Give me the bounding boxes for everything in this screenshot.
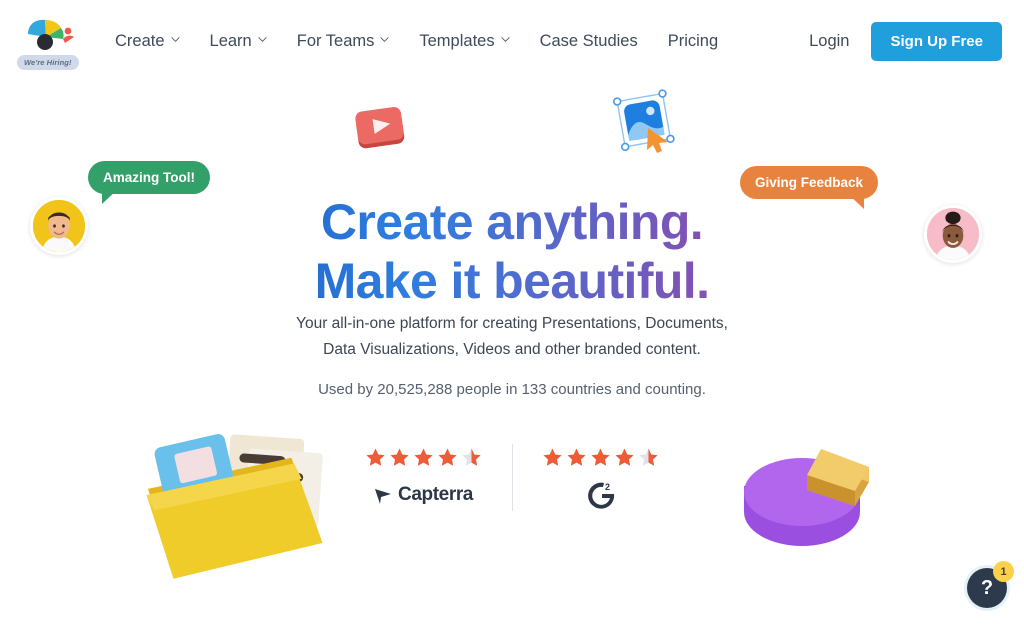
nav-item-pricing[interactable]: Pricing [653, 26, 733, 57]
star-icon [567, 448, 586, 466]
chevron-down-icon [380, 35, 389, 44]
help-notification-badge[interactable]: 1 [993, 561, 1014, 582]
star-icon [591, 448, 610, 466]
ratings-divider [511, 444, 513, 511]
star-half-icon [462, 448, 481, 466]
star-icon [615, 448, 634, 466]
logo-home-link[interactable]: We're Hiring! [17, 11, 82, 73]
headline-line-1: Create anything. [0, 193, 1024, 252]
star-icon [390, 448, 409, 466]
nav-label: Case Studies [539, 32, 638, 50]
nav-label: Learn [209, 32, 252, 50]
login-link[interactable]: Login [809, 32, 849, 51]
rating-capterra: Capterra [358, 440, 490, 515]
sign-up-free-button[interactable]: Sign Up Free [871, 22, 1002, 61]
testimonial-text: Giving Feedback [754, 175, 863, 190]
help-widget[interactable]: ? 1 [964, 561, 1014, 611]
ratings-section: Capterra 2 G2 [0, 440, 1024, 515]
hero-subtitle: Your all-in-one platform for creating Pr… [0, 311, 1024, 363]
testimonial-bubble-left: Amazing Tool! [88, 161, 210, 204]
star-half-icon [639, 448, 658, 466]
nav-label: Templates [419, 32, 495, 50]
nav-label: Create [115, 32, 165, 50]
chevron-down-icon [258, 35, 267, 44]
chevron-down-icon [500, 35, 510, 44]
capterra-logo: Capterra [374, 483, 473, 507]
play-video-card-icon [350, 104, 412, 154]
star-icon [414, 448, 433, 466]
rating-g2: 2 G2 [535, 440, 667, 515]
landing-page: We're Hiring! Create Learn For Teams Tem… [0, 0, 1024, 625]
svg-text:2: 2 [605, 482, 610, 492]
testimonial-text: Amazing Tool! [103, 170, 195, 185]
star-icon [366, 448, 385, 466]
hiring-badge[interactable]: We're Hiring! [17, 54, 79, 70]
visme-logo-icon [25, 17, 77, 57]
bubble-tail [102, 188, 119, 204]
nav-label: Pricing [667, 32, 719, 50]
star-icon [543, 448, 562, 466]
g2-mark-icon: 2 [587, 482, 614, 509]
brand-name: Capterra [398, 484, 473, 505]
chevron-down-icon [170, 35, 180, 44]
nav-item-templates[interactable]: Templates [404, 26, 524, 57]
site-header: We're Hiring! Create Learn For Teams Tem… [0, 0, 1024, 83]
nav-item-create[interactable]: Create [100, 26, 195, 57]
nav-item-for-teams[interactable]: For Teams [282, 26, 405, 57]
nav-item-learn[interactable]: Learn [195, 26, 282, 57]
subtitle-line-2: Data Visualizations, Videos and other br… [323, 340, 701, 358]
header-actions: Login Sign Up Free [809, 0, 1002, 83]
subtitle-line-1: Your all-in-one platform for creating Pr… [296, 315, 728, 332]
bubble-tail [847, 193, 864, 209]
headline-line-2: Make it beautiful. [0, 252, 1024, 311]
hero-headline: Create anything. Make it beautiful. [0, 193, 1024, 311]
nav-label: For Teams [296, 32, 375, 50]
avatar-left [30, 197, 88, 255]
nav-item-case-studies[interactable]: Case Studies [525, 26, 653, 57]
testimonial-bubble-right: Giving Feedback [739, 166, 878, 209]
g2-logo: 2 G2 [586, 482, 616, 509]
capterra-mark-icon [375, 489, 392, 504]
used-by-counter: Used by 20,525,288 people in 133 countri… [318, 381, 706, 398]
image-select-cursor-icon [612, 88, 678, 154]
star-icon [438, 448, 457, 466]
avatar-right [924, 205, 982, 263]
star-rating [366, 448, 481, 466]
main-navigation: Create Learn For Teams Templates Case St… [100, 26, 733, 57]
star-rating [543, 448, 658, 466]
